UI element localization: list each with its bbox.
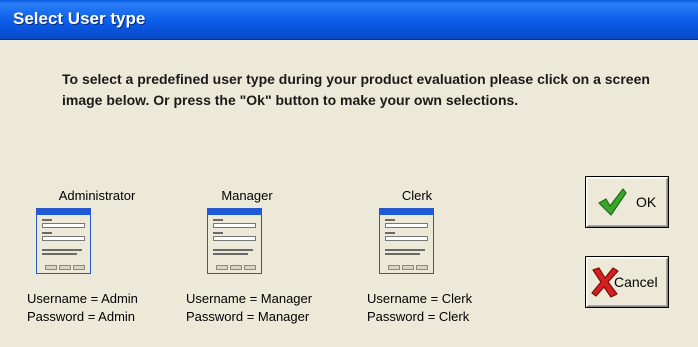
password-text: Password = Admin	[27, 309, 136, 324]
ok-label: OK	[636, 194, 657, 210]
manager-screen-image[interactable]	[207, 208, 262, 274]
instructions-text: To select a predefined user type during …	[62, 71, 650, 108]
username-text: Username = Manager	[186, 291, 313, 306]
username-text: Username = Admin	[27, 291, 138, 306]
user-type-title: Clerk	[401, 188, 433, 203]
user-type-title: Administrator	[58, 188, 136, 203]
window-title: Select User type	[13, 9, 146, 28]
title-bar: Select User type	[0, 0, 698, 40]
ok-button[interactable]: OK	[585, 176, 669, 228]
administrator-screen-image[interactable]	[36, 208, 91, 274]
username-text: Username = Clerk	[367, 291, 473, 306]
green-check-icon	[598, 188, 627, 216]
password-text: Password = Clerk	[367, 309, 470, 324]
cancel-button[interactable]: Cancel	[585, 256, 669, 308]
user-type-title: Manager	[221, 188, 273, 203]
password-text: Password = Manager	[186, 309, 310, 324]
clerk-screen-image[interactable]	[379, 208, 434, 274]
cancel-label: Cancel	[614, 274, 658, 290]
